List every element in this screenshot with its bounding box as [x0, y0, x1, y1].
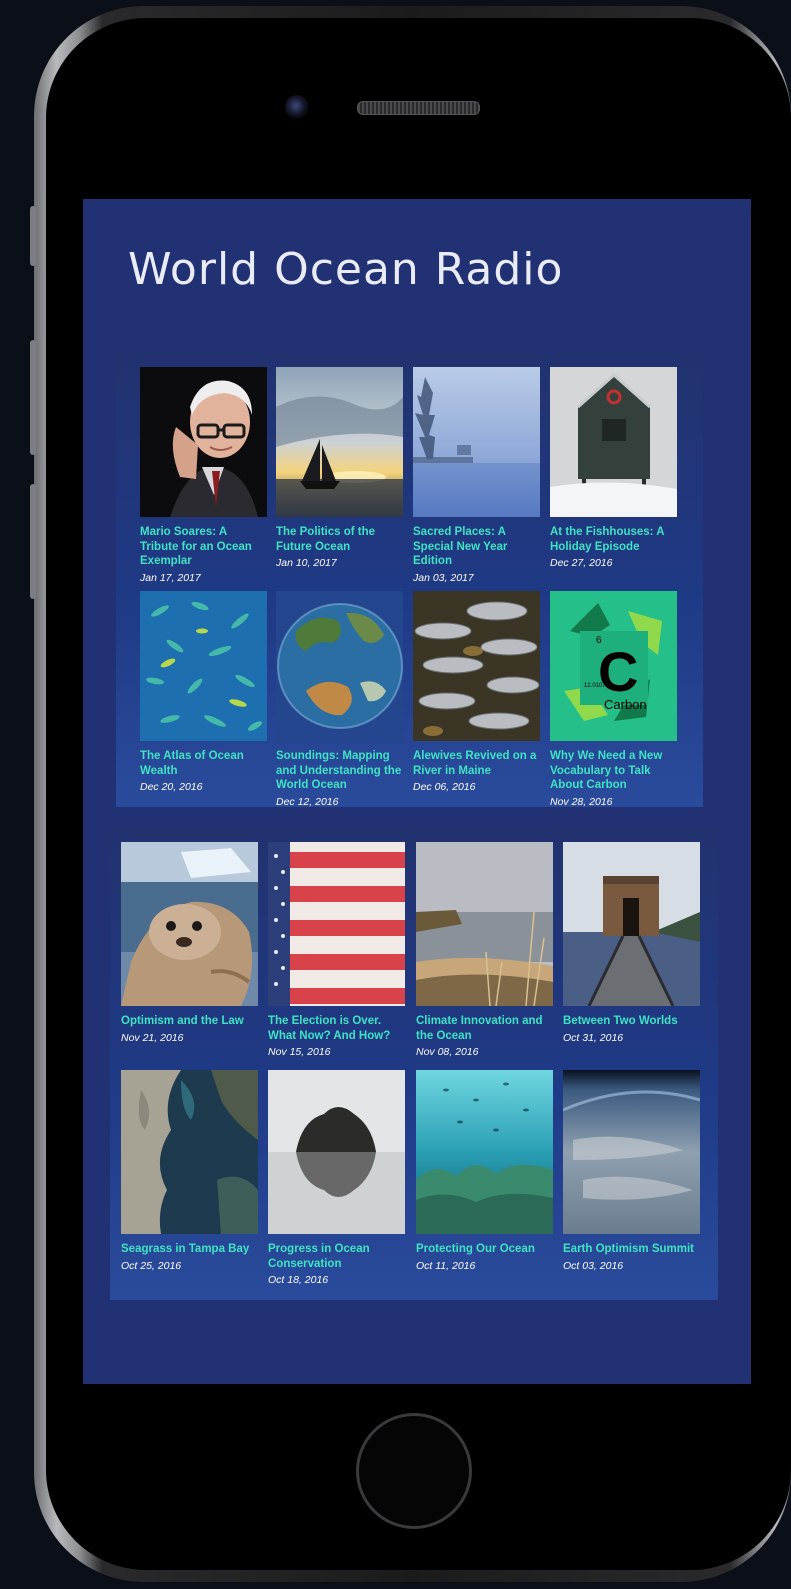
- episode-thumbnail[interactable]: [416, 842, 553, 1007]
- episode-title[interactable]: Between Two Worlds: [563, 1014, 700, 1029]
- episode-date: Dec 27, 2016: [550, 557, 613, 569]
- episode-title[interactable]: The Atlas of Ocean Wealth: [140, 749, 267, 778]
- episode-card[interactable]: The Atlas of Ocean Wealth Dec 20, 2016: [140, 591, 267, 794]
- home-button[interactable]: [356, 1413, 472, 1529]
- episode-title[interactable]: Climate Innovation and the Ocean: [416, 1014, 553, 1043]
- episode-thumbnail[interactable]: [550, 367, 677, 517]
- episode-thumbnail[interactable]: [413, 367, 540, 517]
- volume-up-button: [30, 340, 36, 455]
- episode-card[interactable]: Seagrass in Tampa Bay Oct 25, 2016: [121, 1070, 258, 1273]
- episode-date: Nov 21, 2016: [121, 1031, 184, 1044]
- episode-date: Oct 25, 2016: [121, 1259, 182, 1272]
- camera-icon: [285, 95, 309, 119]
- episode-title[interactable]: Earth Optimism Summit: [563, 1242, 700, 1257]
- episode-thumbnail[interactable]: [140, 591, 267, 741]
- episode-title[interactable]: Progress in Ocean Conservation: [268, 1242, 405, 1271]
- episode-card[interactable]: 6 C 12.0107 Carbon Why We Need a New Voc…: [550, 591, 677, 809]
- episode-thumbnail[interactable]: [276, 367, 403, 517]
- speaker-grille: [357, 101, 480, 115]
- episode-card[interactable]: Mario Soares: A Tribute for an Ocean Exe…: [140, 367, 267, 585]
- episode-title[interactable]: Alewives Revived on a River in Maine: [413, 749, 540, 778]
- episode-thumbnail[interactable]: [562, 1070, 701, 1234]
- episode-card[interactable]: Sacred Places: A Special New Year Editio…: [413, 367, 540, 585]
- episode-thumbnail[interactable]: [121, 1070, 258, 1234]
- episode-date: Nov 28, 2016: [550, 795, 613, 808]
- carbon-atomic-mass: 12.0107: [584, 683, 606, 689]
- episode-card[interactable]: Progress in Ocean Conservation Oct 18, 2…: [268, 1070, 405, 1287]
- episode-title[interactable]: At the Fishhouses: A Holiday Episode: [550, 525, 677, 554]
- episode-card[interactable]: At the Fishhouses: A Holiday Episode Dec…: [550, 367, 677, 570]
- episode-title[interactable]: Optimism and the Law: [121, 1014, 258, 1029]
- episode-card[interactable]: The Election is Over. What Now? And How?…: [268, 842, 405, 1059]
- episode-title[interactable]: The Election is Over. What Now? And How?: [268, 1014, 405, 1043]
- episode-thumbnail[interactable]: 6 C 12.0107 Carbon: [550, 591, 677, 741]
- episode-thumbnail[interactable]: [121, 842, 258, 1006]
- carbon-name: Carbon: [604, 697, 647, 712]
- episode-date: Oct 03, 2016: [563, 1259, 624, 1272]
- page-title: World Ocean Radio: [128, 244, 564, 295]
- episode-card[interactable]: Between Two Worlds Oct 31, 2016: [563, 842, 700, 1045]
- episode-date: Nov 15, 2016: [268, 1046, 331, 1058]
- episode-date: Dec 06, 2016: [413, 781, 476, 793]
- episode-card[interactable]: Soundings: Mapping and Understanding the…: [276, 591, 403, 809]
- episode-thumbnail[interactable]: [416, 1070, 553, 1234]
- episode-card[interactable]: Climate Innovation and the Ocean Nov 08,…: [416, 842, 553, 1059]
- episode-date: Jan 03, 2017: [413, 571, 474, 584]
- episode-date: Dec 20, 2016: [140, 781, 203, 793]
- episode-card[interactable]: The Politics of the Future Ocean Jan 10,…: [276, 367, 403, 570]
- episode-thumbnail[interactable]: [563, 842, 700, 1007]
- episode-thumbnail[interactable]: [413, 591, 540, 741]
- episode-title[interactable]: Seagrass in Tampa Bay: [121, 1242, 258, 1257]
- episode-date: Oct 18, 2016: [268, 1274, 329, 1286]
- episode-card[interactable]: Earth Optimism Summit Oct 03, 2016: [562, 1070, 701, 1273]
- carbon-symbol: C: [598, 640, 638, 703]
- episode-date: Nov 08, 2016: [416, 1046, 479, 1058]
- episode-title[interactable]: Mario Soares: A Tribute for an Ocean Exe…: [140, 525, 267, 569]
- episode-panel-recent: Mario Soares: A Tribute for an Ocean Exe…: [116, 353, 703, 809]
- episode-date: Jan 10, 2017: [276, 557, 337, 569]
- volume-down-button: [30, 484, 36, 599]
- episode-date: Oct 31, 2016: [563, 1031, 624, 1044]
- episode-card[interactable]: Optimism and the Law Nov 21, 2016: [121, 842, 258, 1045]
- episode-thumbnail[interactable]: [140, 367, 267, 517]
- episode-title[interactable]: The Politics of the Future Ocean: [276, 525, 403, 554]
- episode-thumbnail[interactable]: [268, 1070, 405, 1234]
- episode-thumbnail[interactable]: [276, 591, 403, 741]
- episode-date: Oct 11, 2016: [416, 1259, 476, 1272]
- episode-title[interactable]: Soundings: Mapping and Understanding the…: [276, 749, 403, 793]
- episode-title[interactable]: Why We Need a New Vocabulary to Talk Abo…: [550, 749, 677, 793]
- episode-title[interactable]: Protecting Our Ocean: [416, 1242, 553, 1257]
- episode-title[interactable]: Sacred Places: A Special New Year Editio…: [413, 525, 540, 569]
- episode-thumbnail[interactable]: [268, 842, 405, 1006]
- app-screen: World Ocean Radio Mario Soares: A Tribut…: [83, 199, 751, 1384]
- episode-panel-older: Optimism and the Law Nov 21, 2016 The El…: [110, 830, 718, 1300]
- episode-date: Jan 17, 2017: [140, 571, 201, 584]
- episode-card[interactable]: Alewives Revived on a River in Maine Dec…: [413, 591, 540, 794]
- episode-date: Dec 12, 2016: [276, 795, 339, 808]
- mute-switch: [30, 206, 36, 266]
- episode-card[interactable]: Protecting Our Ocean Oct 11, 2016: [416, 1070, 553, 1273]
